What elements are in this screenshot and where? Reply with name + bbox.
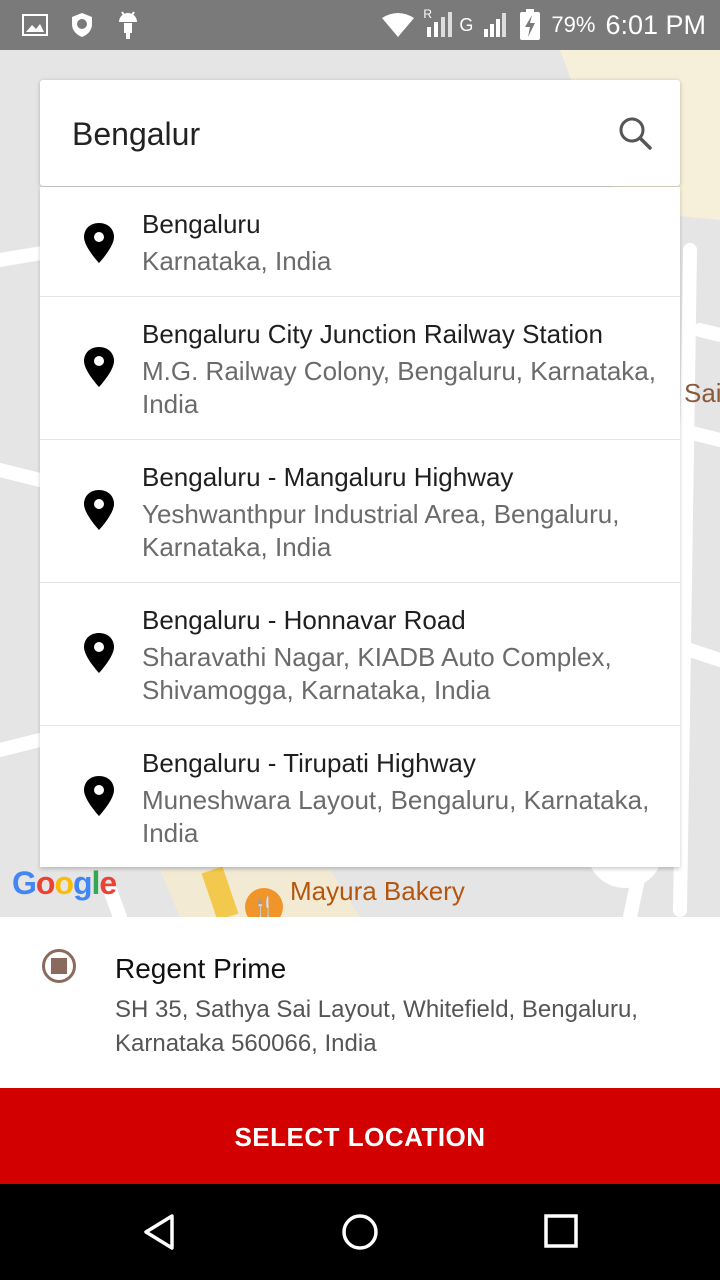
radio-dot (51, 958, 67, 974)
suggestion-title: Bengaluru City Junction Railway Station (142, 319, 604, 349)
place-address: SH 35, Sathya Sai Layout, Whitefield, Be… (115, 996, 638, 1057)
search-bar[interactable] (40, 80, 680, 188)
suggestion-item[interactable]: Bengaluru Karnataka, India (40, 187, 680, 297)
select-location-button[interactable]: SELECT LOCATION (0, 1088, 720, 1184)
suggestion-subtitle: M.G. Railway Colony, Bengaluru, Karnatak… (142, 356, 656, 419)
suggestion-list: Bengaluru Karnataka, India Bengaluru Cit… (40, 187, 680, 867)
suggestion-item[interactable]: Bengaluru - Honnavar Road Sharavathi Nag… (40, 583, 680, 726)
back-icon[interactable] (140, 1212, 180, 1257)
android-icon (116, 10, 140, 40)
status-bar: R G 79% 6:01 PM (0, 0, 720, 50)
suggestion-subtitle: Yeshwanthpur Industrial Area, Bengaluru,… (142, 499, 620, 562)
home-icon[interactable] (340, 1212, 380, 1257)
location-pin-icon (84, 223, 114, 268)
suggestion-item[interactable]: Bengaluru - Mangaluru Highway Yeshwanthp… (40, 440, 680, 583)
location-pin-icon (84, 347, 114, 392)
place-name: Regent Prime (115, 953, 287, 984)
battery-percent: 79% (551, 12, 596, 37)
signal-icon (483, 11, 509, 39)
suggestion-item[interactable]: Bengaluru City Junction Railway Station … (40, 297, 680, 440)
map-label: Sai (684, 378, 720, 408)
location-pin-icon (84, 633, 114, 678)
suggestion-subtitle: Karnataka, India (142, 246, 332, 276)
map-place-label[interactable]: Mayura Bakery (290, 876, 465, 907)
network-type-label: G (459, 14, 474, 35)
suggestion-title: Bengaluru (142, 209, 261, 239)
wifi-icon (381, 12, 415, 38)
navigation-bar (0, 1184, 720, 1280)
search-input[interactable] (70, 80, 594, 188)
suggestion-subtitle: Sharavathi Nagar, KIADB Auto Complex, Sh… (142, 642, 612, 705)
battery-charging-icon (519, 9, 541, 41)
location-pin-icon (84, 490, 114, 535)
suggestion-item[interactable]: Bengaluru - Tirupati Highway Muneshwara … (40, 726, 680, 867)
location-pin-icon (84, 776, 114, 821)
clock: 6:01 PM (605, 9, 706, 40)
recents-icon[interactable] (542, 1212, 582, 1257)
signal-icon: R (423, 7, 455, 39)
search-icon[interactable] (618, 116, 652, 155)
suggestion-title: Bengaluru - Tirupati Highway (142, 748, 476, 778)
selected-place-panel: Regent Prime SH 35, Sathya Sai Layout, W… (0, 917, 720, 1088)
image-icon (22, 13, 48, 37)
selected-radio[interactable] (42, 949, 76, 983)
suggestion-subtitle: Muneshwara Layout, Bengaluru, Karnataka,… (142, 785, 650, 848)
suggestion-title: Bengaluru - Mangaluru Highway (142, 462, 514, 492)
google-logo: Google (12, 865, 117, 901)
shield-icon (70, 12, 94, 38)
suggestion-title: Bengaluru - Honnavar Road (142, 605, 466, 635)
